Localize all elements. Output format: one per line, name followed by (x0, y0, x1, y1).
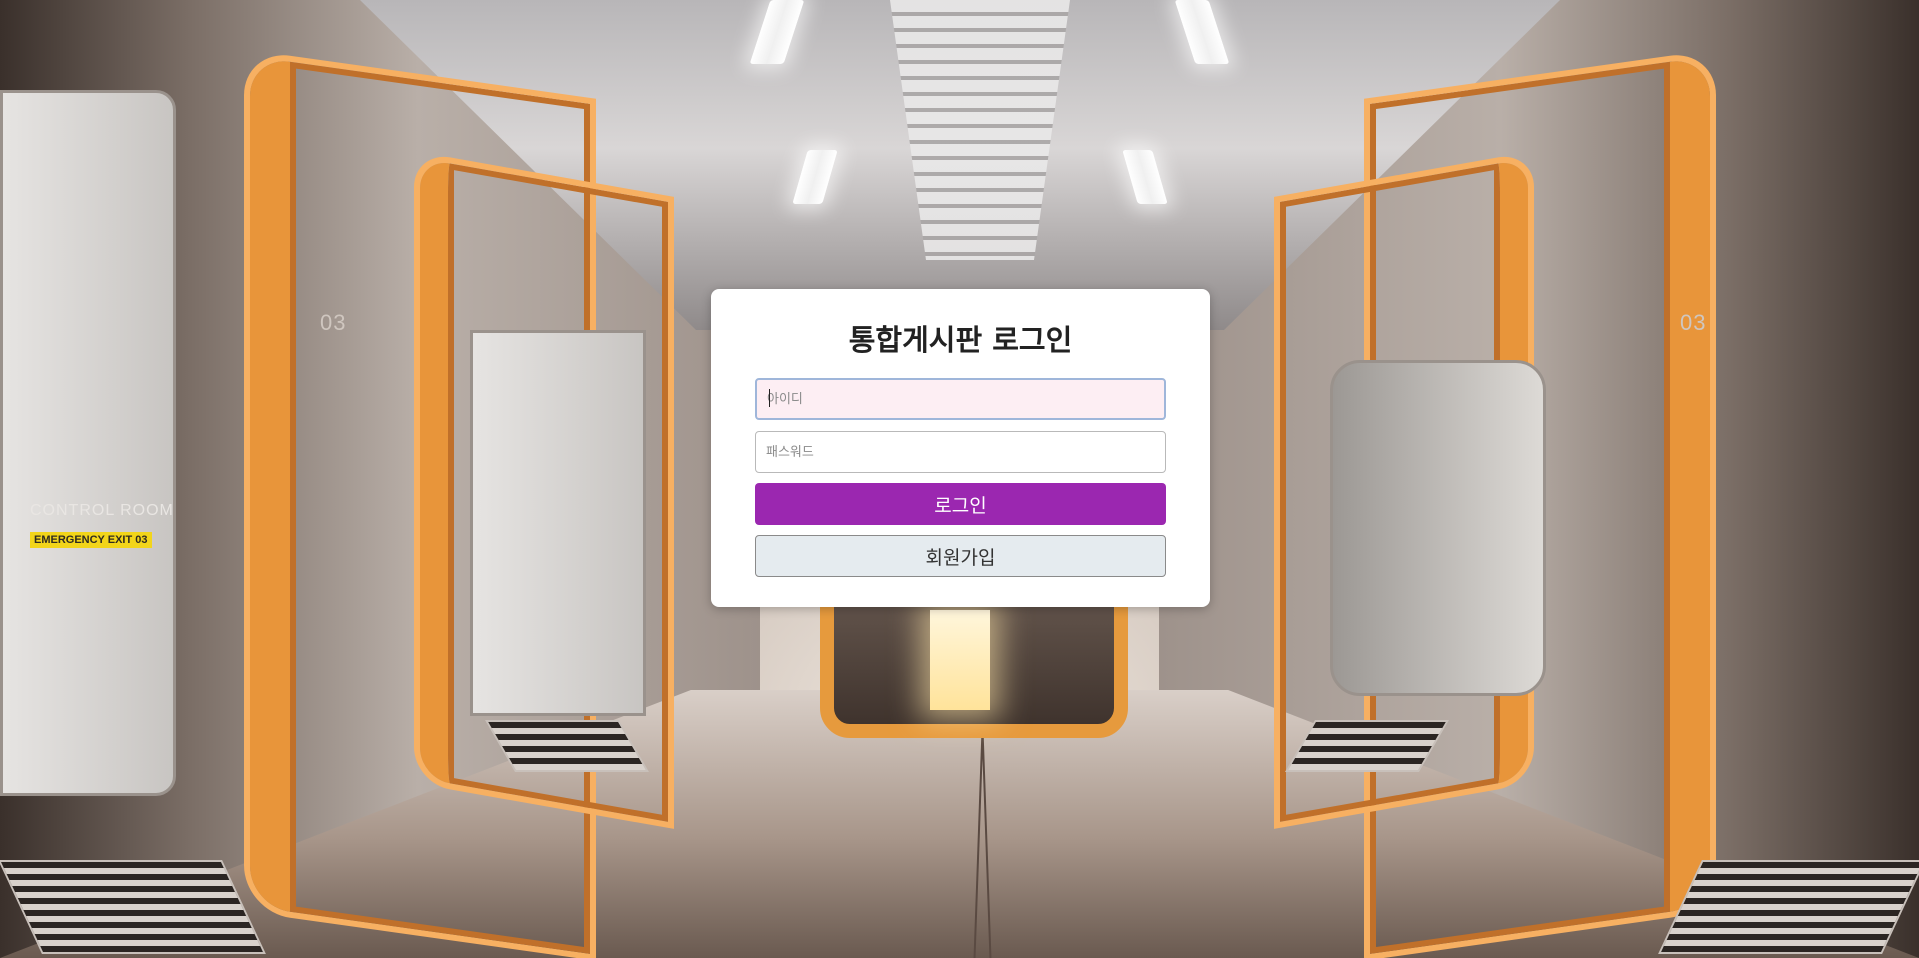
floor-vent (0, 860, 266, 954)
right-inner-panel (1330, 360, 1546, 696)
sector-label-right: 03 (1680, 310, 1707, 335)
login-button[interactable]: 로그인 (755, 483, 1166, 525)
password-input[interactable] (755, 431, 1166, 473)
background-scene: CONTROL ROOM EMERGENCY EXIT 03 03 03 통합게… (0, 0, 1919, 958)
login-title: 통합게시판 로그인 (848, 323, 1073, 357)
left-inner-panel (470, 330, 646, 716)
signup-button[interactable]: 회원가입 (755, 535, 1166, 577)
username-input[interactable] (755, 378, 1166, 420)
sector-label-left: 03 (320, 310, 347, 335)
control-room-sign: CONTROL ROOM (30, 502, 174, 519)
emergency-exit-sign: EMERGENCY EXIT 03 (30, 532, 152, 548)
text-cursor (769, 389, 770, 407)
left-wall-panel (0, 90, 176, 796)
back-door-light (930, 610, 990, 710)
floor-vent (1658, 860, 1919, 954)
login-form: 통합게시판 로그인 로그인 회원가입 (711, 289, 1210, 607)
